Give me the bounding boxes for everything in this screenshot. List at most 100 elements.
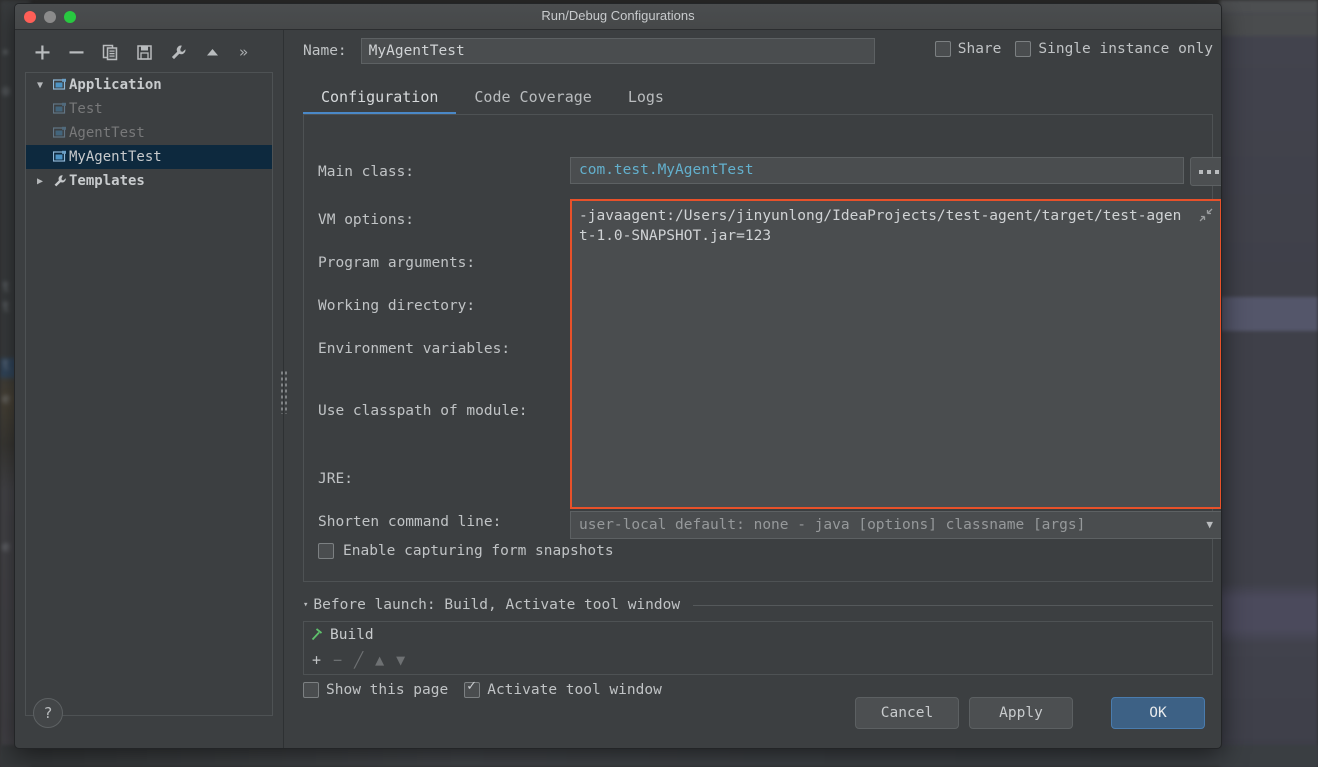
- wrench-icon: [50, 174, 69, 188]
- program-arguments-row: Program arguments:: [318, 252, 475, 274]
- enable-snapshots-checkbox[interactable]: [318, 543, 334, 559]
- edit-task-button[interactable]: ╱: [354, 653, 363, 668]
- expander-icon[interactable]: ▶: [30, 176, 50, 187]
- tree-node-agenttest[interactable]: AgentTest: [26, 121, 272, 145]
- ellipsis-dot-icon: [1214, 169, 1219, 174]
- configurations-tree[interactable]: ▼ Application Test AgentTest MyAgentTest…: [25, 72, 273, 716]
- tree-node-label: AgentTest: [69, 125, 145, 141]
- working-directory-label: Working directory:: [318, 298, 476, 314]
- configurations-pane: » ▼ Application Test AgentTest MyAgentTe…: [15, 30, 275, 748]
- single-instance-checkbox[interactable]: [1015, 41, 1032, 57]
- main-class-label: Main class:: [318, 164, 415, 180]
- triangle-up-icon: [206, 48, 218, 55]
- remove-task-button[interactable]: −: [333, 653, 342, 668]
- wrench-icon: [171, 45, 185, 59]
- single-instance-checkbox-wrap[interactable]: Single instance only: [1015, 41, 1213, 57]
- apply-button[interactable]: Apply: [969, 697, 1073, 729]
- plus-icon: [35, 45, 49, 59]
- save-configuration-button[interactable]: [127, 38, 161, 66]
- pane-splitter[interactable]: [277, 30, 291, 748]
- collapse-triangle-icon[interactable]: ▾: [303, 600, 308, 610]
- copy-configuration-button[interactable]: [93, 38, 127, 66]
- single-instance-label: Single instance only: [1038, 41, 1213, 57]
- move-up-button[interactable]: [195, 38, 229, 66]
- collapse-icon[interactable]: [1198, 207, 1214, 223]
- tree-node-templates[interactable]: ▶ Templates: [26, 169, 272, 193]
- expander-icon[interactable]: ▼: [30, 80, 50, 91]
- move-task-down-button[interactable]: ▼: [396, 653, 405, 668]
- shorten-command-line-value: user-local default: none - java [options…: [579, 517, 1086, 533]
- tab-configuration[interactable]: Configuration: [303, 88, 457, 114]
- environment-variables-row: Environment variables:: [318, 338, 510, 360]
- before-launch-toolbar: + − ╱ ▲ ▼: [303, 647, 1213, 675]
- add-configuration-button[interactable]: [25, 38, 59, 66]
- configurations-toolbar: »: [25, 36, 275, 68]
- share-label: Share: [957, 41, 1002, 57]
- configuration-tab-panel: Main class: VM options: Program argument…: [303, 114, 1221, 582]
- main-class-value: com.test.MyAgentTest: [579, 162, 754, 178]
- vm-options-row: VM options:: [318, 209, 414, 231]
- tab-code-coverage[interactable]: Code Coverage: [456, 88, 609, 114]
- before-launch-header[interactable]: ▾ Before launch: Build, Activate tool wi…: [303, 596, 1213, 614]
- dialog-footer: ? Cancel Apply OK: [15, 686, 1221, 748]
- tree-node-application[interactable]: ▼ Application: [26, 73, 272, 97]
- tree-node-label: Templates: [69, 173, 145, 189]
- before-launch-title: Before launch: Build, Activate tool wind…: [313, 597, 681, 613]
- enable-snapshots-row[interactable]: Enable capturing form snapshots: [318, 543, 614, 559]
- header-checkboxes: Share Single instance only: [934, 41, 1213, 57]
- enable-snapshots-label: Enable capturing form snapshots: [343, 543, 614, 559]
- tree-node-label: MyAgentTest: [69, 149, 162, 165]
- editor-tabs: Configuration Code Coverage Logs: [303, 78, 682, 114]
- save-icon: [136, 44, 152, 60]
- shorten-command-line-row: Shorten command line:: [318, 511, 501, 533]
- shorten-command-line-select[interactable]: user-local default: none - java [options…: [570, 511, 1221, 539]
- shorten-command-line-label: Shorten command line:: [318, 514, 502, 530]
- toolbar-overflow-button[interactable]: »: [239, 43, 248, 61]
- before-launch-task-label: Build: [330, 627, 374, 643]
- use-classpath-row: Use classpath of module:: [318, 400, 528, 422]
- divider: [693, 604, 1213, 606]
- chevron-down-icon[interactable]: ▼: [1206, 512, 1213, 538]
- run-debug-configurations-dialog: Run/Debug Configurations » ▼ Application…: [14, 3, 1222, 749]
- copy-icon: [102, 44, 117, 60]
- hammer-icon: [310, 626, 324, 645]
- remove-configuration-button[interactable]: [59, 38, 93, 66]
- program-arguments-label: Program arguments:: [318, 255, 476, 271]
- help-button[interactable]: ?: [33, 698, 63, 728]
- application-icon: [50, 78, 69, 92]
- working-directory-row: Working directory:: [318, 295, 475, 317]
- share-checkbox-wrap[interactable]: Share: [934, 41, 1002, 57]
- application-icon: [50, 126, 69, 140]
- tree-node-test[interactable]: Test: [26, 97, 272, 121]
- environment-variables-label: Environment variables:: [318, 341, 511, 357]
- dialog-titlebar: Run/Debug Configurations: [15, 4, 1221, 30]
- ellipsis-dot-icon: [1198, 169, 1203, 174]
- tree-node-label: Application: [69, 77, 162, 93]
- main-class-input[interactable]: com.test.MyAgentTest: [570, 157, 1184, 184]
- ide-background-right-panel: [1220, 0, 1318, 767]
- dialog-title: Run/Debug Configurations: [541, 8, 695, 23]
- name-input[interactable]: MyAgentTest: [360, 38, 875, 64]
- add-task-button[interactable]: +: [312, 653, 321, 668]
- tree-node-label: Test: [69, 101, 103, 117]
- splitter-grip-icon[interactable]: [280, 370, 287, 414]
- browse-main-class-button[interactable]: [1190, 157, 1221, 186]
- jre-row: JRE:: [318, 468, 353, 490]
- minus-icon: [69, 50, 83, 53]
- main-class-row: Main class:: [318, 161, 414, 183]
- configuration-editor-pane: Name: MyAgentTest Share Single instance …: [291, 30, 1221, 748]
- vm-options-value: -javaagent:/Users/jinyunlong/IdeaProject…: [579, 208, 1182, 244]
- application-icon: [50, 102, 69, 116]
- vm-options-textarea[interactable]: -javaagent:/Users/jinyunlong/IdeaProject…: [570, 199, 1221, 509]
- move-task-up-button[interactable]: ▲: [375, 653, 384, 668]
- ok-button[interactable]: OK: [1111, 697, 1205, 729]
- tab-logs[interactable]: Logs: [610, 88, 682, 114]
- application-icon: [50, 150, 69, 164]
- edit-templates-button[interactable]: [161, 38, 195, 66]
- vm-options-label: VM options:: [318, 212, 415, 228]
- jre-label: JRE:: [318, 471, 353, 487]
- cancel-button[interactable]: Cancel: [855, 697, 959, 729]
- share-checkbox[interactable]: [934, 41, 951, 57]
- tree-node-myagenttest[interactable]: MyAgentTest: [26, 145, 272, 169]
- before-launch-task-list[interactable]: Build: [303, 621, 1213, 649]
